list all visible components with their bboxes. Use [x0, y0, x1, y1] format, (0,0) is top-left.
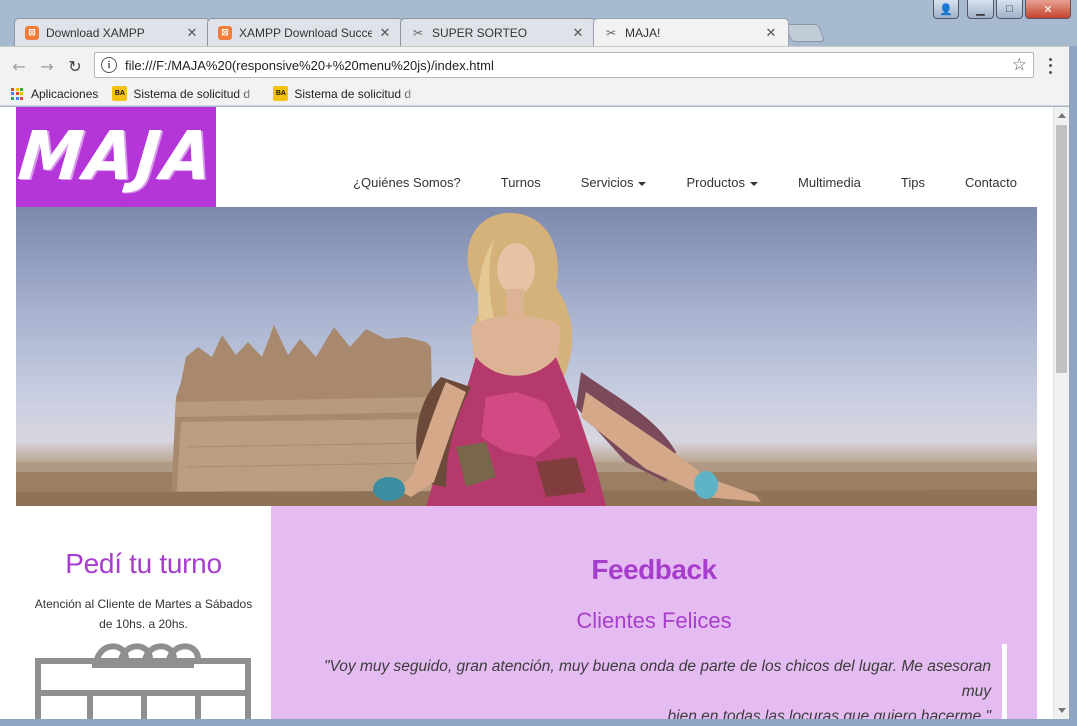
nav-label: Productos: [686, 175, 746, 190]
feedback-section: Feedback Clientes Felices "Voy muy segui…: [271, 506, 1037, 719]
turno-hours-line1: Atención al Cliente de Martes a Sábados: [34, 597, 253, 611]
scrollbar-thumb[interactable]: [1056, 125, 1067, 373]
nav-productos[interactable]: Productos: [686, 175, 759, 190]
tab-maja[interactable]: ✂ MAJA! ✕: [593, 18, 789, 46]
site-logo[interactable]: MAJA: [16, 107, 216, 207]
address-bar[interactable]: i file:///F:/MAJA%20(responsive%20+%20me…: [94, 52, 1034, 78]
browser-toolbar: ← → ↻ i file:///F:/MAJA%20(responsive%20…: [0, 46, 1077, 82]
ba-icon: BA: [273, 86, 289, 101]
bookmark-item[interactable]: BA Sistema de solicitud d: [112, 86, 263, 101]
bookmark-star-icon[interactable]: ☆: [1012, 55, 1027, 75]
close-icon[interactable]: ✕: [378, 25, 392, 41]
tab-title: SUPER SORTEO: [432, 25, 528, 40]
url-text[interactable]: file:///F:/MAJA%20(responsive%20+%20menu…: [125, 58, 1012, 73]
turno-title: Pedí tu turno: [65, 548, 222, 579]
tab-title: XAMPP Download Succe: [239, 25, 372, 40]
turno-panel: Pedí tu turno Atención al Cliente de Mar…: [16, 506, 271, 719]
scroll-down-icon[interactable]: [1058, 708, 1066, 713]
bookmark-label: Aplicaciones: [31, 86, 99, 101]
window-border: [1069, 46, 1077, 726]
site-header: MAJA ¿Quiénes Somos? Turnos Servicios Pr…: [16, 107, 1037, 207]
xampp-icon: ⊠: [218, 25, 232, 40]
scroll-up-icon[interactable]: [1058, 113, 1066, 118]
tab-title: Download XAMPP: [46, 25, 145, 40]
close-icon[interactable]: ✕: [764, 25, 778, 41]
close-window-button[interactable]: ✕: [1025, 0, 1071, 19]
turno-hours-line2: de 10hs. a 20hs.: [99, 617, 188, 631]
tab-strip: ⊠ Download XAMPP ✕ ⊠ XAMPP Download Succ…: [0, 0, 1077, 46]
scissors-icon: ✂: [412, 25, 424, 40]
calendar-icon[interactable]: [34, 637, 254, 719]
apps-grid-icon: [11, 87, 23, 100]
profile-icon[interactable]: 👤: [933, 0, 959, 19]
minimize-button[interactable]: ▁: [967, 0, 994, 19]
main-nav: ¿Quiénes Somos? Turnos Servicios Product…: [313, 175, 1017, 190]
window-controls: 👤 ▁ □ ✕: [933, 0, 1071, 19]
close-icon[interactable]: ✕: [185, 25, 199, 41]
bookmark-item[interactable]: BA Sistema de solicitud d: [273, 86, 424, 101]
ba-icon: BA: [112, 86, 128, 101]
reload-icon[interactable]: ↻: [64, 55, 86, 77]
quote-border: [1002, 644, 1007, 719]
scissors-icon: ✂: [605, 25, 617, 40]
nav-label: Servicios: [580, 175, 634, 190]
nav-contacto[interactable]: Contacto: [965, 175, 1017, 190]
back-arrow-icon[interactable]: ←: [8, 55, 30, 77]
new-tab-button[interactable]: [784, 24, 826, 42]
feedback-subtitle: Clientes Felices: [576, 608, 732, 633]
tab-xampp-success[interactable]: ⊠ XAMPP Download Succe ✕: [207, 18, 403, 46]
bookmark-label: Sistema de solicitud d: [133, 86, 251, 101]
hero-image: [16, 212, 1037, 506]
tab-download-xampp[interactable]: ⊠ Download XAMPP ✕: [14, 18, 210, 46]
window-border: [0, 719, 1077, 726]
quote-line: bien en todas las locuras que quiero hac…: [667, 708, 991, 719]
feedback-title: Feedback: [591, 554, 717, 585]
hero-banner: [16, 207, 1037, 506]
menu-icon[interactable]: [1043, 56, 1057, 76]
testimonial-quote: "Voy muy seguido, gran atención, muy bue…: [311, 654, 991, 719]
browser-window: ⊠ Download XAMPP ✕ ⊠ XAMPP Download Succ…: [0, 0, 1077, 726]
info-icon[interactable]: i: [101, 57, 117, 73]
nav-tips[interactable]: Tips: [901, 175, 925, 190]
nav-turnos[interactable]: Turnos: [501, 175, 541, 190]
caret-down-icon: [750, 181, 759, 186]
logo-text: MAJA: [16, 118, 216, 196]
nav-servicios[interactable]: Servicios: [581, 175, 647, 190]
page-viewport: MAJA ¿Quiénes Somos? Turnos Servicios Pr…: [0, 107, 1053, 719]
nav-quienes-somos[interactable]: ¿Quiénes Somos?: [353, 175, 461, 190]
caret-down-icon: [638, 181, 647, 186]
forward-arrow-icon[interactable]: →: [36, 55, 58, 77]
tab-super-sorteo[interactable]: ✂ SUPER SORTEO ✕: [400, 18, 596, 46]
bookmark-apps[interactable]: Aplicaciones: [11, 87, 98, 101]
quote-line: "Voy muy seguido, gran atención, muy bue…: [324, 658, 991, 700]
xampp-icon: ⊠: [25, 25, 39, 40]
bookmarks-bar: Aplicaciones BA Sistema de solicitud d B…: [0, 82, 1077, 106]
tab-title: MAJA!: [625, 25, 661, 40]
maximize-button[interactable]: □: [996, 0, 1023, 19]
bookmark-label: Sistema de solicitud d: [294, 86, 412, 101]
vertical-scrollbar[interactable]: [1053, 107, 1069, 719]
turno-hours: Atención al Cliente de Martes a Sábados …: [16, 594, 271, 634]
nav-multimedia[interactable]: Multimedia: [798, 175, 861, 190]
close-icon[interactable]: ✕: [571, 25, 585, 41]
